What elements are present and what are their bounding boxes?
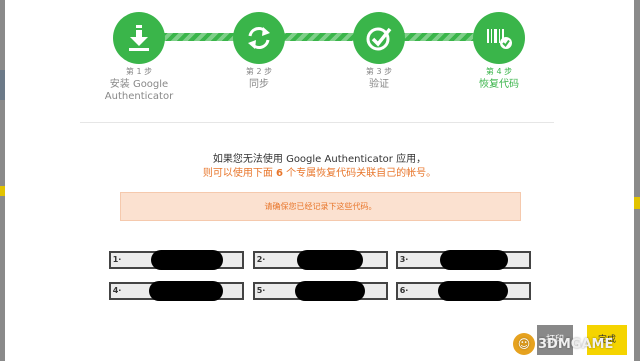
backdrop-right-yellow [634,197,640,209]
code-index: 4· [112,286,122,295]
step-title: 同步 [249,79,269,90]
recovery-code-4: 4· [109,281,244,301]
backdrop-right [634,0,640,361]
recovery-code-1: 1· [109,250,244,270]
step-2: 第 2 步 同步 [209,12,309,91]
code-index: 3· [399,255,409,264]
step-title: 安装 Google Authenticator [104,79,174,102]
step-title: 恢复代码 [479,79,519,90]
step-number: 第 4 步 [485,67,513,76]
sync-icon [233,12,285,64]
step-number: 第 2 步 [245,67,273,76]
code-index: 1· [112,255,122,264]
recovery-code-5: 5· [253,281,388,301]
redacted-code [295,281,365,301]
redacted-code [440,250,508,270]
redacted-code [297,250,363,270]
step-3: 第 3 步 验证 [329,12,429,91]
done-button[interactable]: 完成 [587,325,627,355]
instruction-text: 则可以使用下面 [202,168,277,179]
step-1: 第 1 步 安装 Google Authenticator [89,12,189,103]
instruction-line-1: 如果您无法使用 Google Authenticator 应用， [212,154,427,165]
code-index: 6· [399,286,409,295]
step-4: 第 4 步 恢复代码 [449,12,549,91]
instruction-text: 个专属恢复代码关联自己的帐号。 [282,168,437,179]
check-icon [353,12,405,64]
download-icon [113,12,165,64]
code-index: 5· [256,286,266,295]
redacted-code [151,250,223,270]
redacted-code [438,281,508,301]
recovery-code-2: 2· [253,250,388,270]
step-title: 验证 [369,79,389,90]
recovery-codes-dialog: 第 1 步 安装 Google Authenticator 第 2 步 同步 第… [5,0,634,361]
print-button[interactable]: 打印 [537,325,573,355]
code-index: 2· [256,255,266,264]
redacted-code [149,281,223,301]
warning-notice: 请确保您已经记录下这些代码。 [120,192,521,221]
step-number: 第 1 步 [125,67,153,76]
barcode-check-icon [473,12,525,64]
instruction-line-2: 则可以使用下面 6 个专属恢复代码关联自己的帐号。 [5,164,634,179]
code-count: 6 [276,168,283,179]
step-number: 第 3 步 [365,67,393,76]
divider [80,122,554,123]
recovery-code-6: 6· [396,281,531,301]
recovery-code-3: 3· [396,250,531,270]
